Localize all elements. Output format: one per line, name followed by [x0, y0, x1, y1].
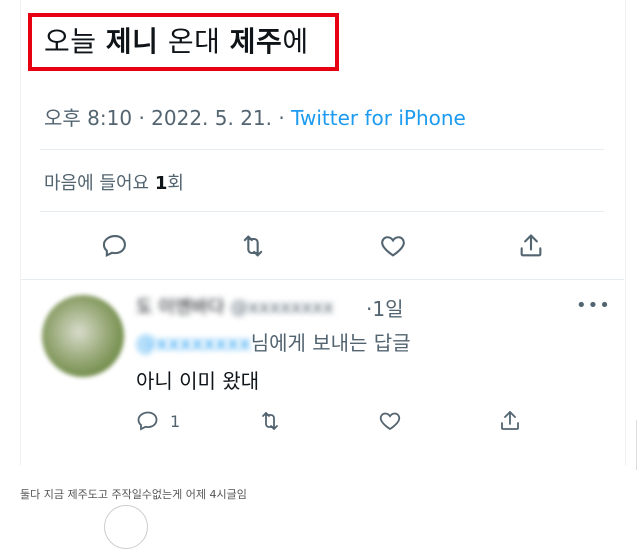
reply-author-handle: @xxxxxxxx: [230, 297, 334, 318]
share-button[interactable]: [510, 225, 552, 267]
retweet-button[interactable]: [232, 225, 274, 267]
more-options-icon[interactable]: •••: [576, 295, 611, 316]
reply-button[interactable]: [94, 225, 136, 267]
reply-text: 아니 이미 왔대: [136, 369, 260, 393]
reply-share-button[interactable]: [498, 405, 522, 437]
avatar[interactable]: [42, 295, 124, 377]
reply-to-mention[interactable]: @xxxxxxxx: [136, 331, 251, 355]
likes-count: 1: [154, 173, 168, 194]
scrollbar-edge: [636, 420, 641, 470]
like-icon: [381, 236, 405, 257]
reply-actions: 1: [136, 405, 536, 437]
reply-author-name: 도 이엔바다: [136, 297, 225, 318]
retweet-icon: [243, 235, 263, 257]
reply-icon: [102, 235, 126, 258]
retweet-icon: [262, 412, 278, 430]
tweet-meta: 오후 8:10 · 2022. 5. 21. · Twitter for iPh…: [44, 106, 466, 130]
divider: [20, 279, 624, 280]
share-icon: [520, 234, 542, 257]
tweet-source-link[interactable]: Twitter for iPhone: [291, 106, 466, 130]
reply-time[interactable]: ·1일: [366, 293, 403, 322]
reply-icon: [137, 411, 158, 431]
red-highlight-box: [28, 13, 339, 71]
post-caption: 둘다 지금 제주도고 주작일수없는게 어제 4시글임: [20, 488, 247, 501]
reply-to-line: @xxxxxxxx님에게 보내는 답글: [136, 331, 411, 355]
reply-reply-button[interactable]: 1: [136, 405, 180, 437]
likes-row[interactable]: 마음에 들어요 1회: [44, 169, 184, 195]
like-button[interactable]: [372, 225, 414, 267]
reply-count: 1: [170, 411, 181, 431]
tweet-actions: [40, 225, 604, 267]
like-icon: [379, 412, 401, 431]
tweet-date: 2022. 5. 21.: [151, 106, 273, 130]
divider: [40, 149, 604, 150]
tweet-time: 오후 8:10: [44, 106, 133, 130]
share-icon: [501, 411, 519, 430]
reply-retweet-button[interactable]: [258, 405, 282, 437]
reply-author[interactable]: 도 이엔바다 @xxxxxxxx: [136, 293, 333, 319]
reply-like-button[interactable]: [378, 405, 402, 437]
divider: [40, 211, 604, 212]
